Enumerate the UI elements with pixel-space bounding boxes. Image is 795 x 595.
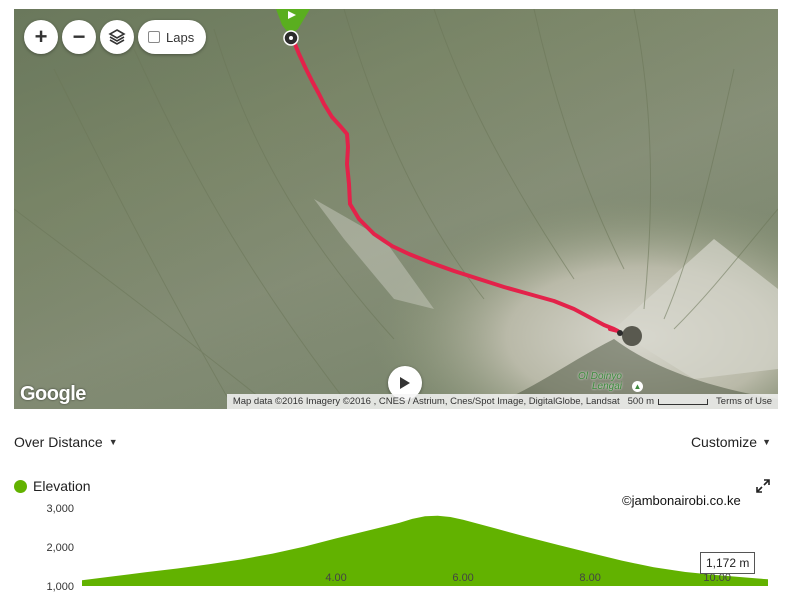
google-logo: Google: [20, 383, 86, 405]
terrain-imagery: [14, 9, 778, 409]
map-attribution-bar: Map data ©2016 Imagery ©2016 , CNES / As…: [226, 394, 778, 409]
scale-label: 500 m: [627, 396, 655, 407]
scale-bar: [658, 398, 709, 405]
caret-down-icon: ▼: [762, 437, 771, 447]
x-tick-label: 8.00: [579, 572, 600, 584]
elevation-tooltip: 1,172 m: [700, 552, 756, 574]
chart-legend[interactable]: Elevation: [14, 478, 91, 494]
laps-toggle[interactable]: Laps: [138, 20, 207, 54]
legend-label: Elevation: [33, 478, 91, 494]
legend-dot: [14, 479, 27, 493]
x-tick-label: 6.00: [452, 572, 473, 584]
customize-dropdown[interactable]: Customize ▼: [691, 434, 771, 450]
place-label: Ol Doinyo Lengai: [578, 372, 622, 392]
x-tick-label: 4.00: [325, 572, 346, 584]
play-icon: [400, 377, 410, 389]
map-attribution: Map data ©2016 Imagery ©2016 , CNES / As…: [232, 396, 620, 407]
end-marker: [617, 330, 623, 336]
y-tick-label: 1,000: [46, 581, 74, 593]
zoom-in-button[interactable]: +: [24, 20, 58, 54]
mountain-icon: ▲: [632, 381, 643, 392]
elevation-area: [82, 515, 768, 586]
activity-view: + − Laps Ol Doinyo Lengai ▲ Google Map d…: [0, 0, 795, 595]
y-tick-label: 2,000: [46, 542, 74, 554]
map-controls: + − Laps: [24, 20, 207, 54]
map-scale[interactable]: 500 m: [627, 396, 709, 407]
satellite-map[interactable]: + − Laps Ol Doinyo Lengai ▲ Google Map d…: [14, 9, 778, 409]
laps-checkbox[interactable]: [148, 31, 160, 43]
layers-button[interactable]: [100, 20, 134, 54]
zoom-out-button[interactable]: −: [62, 20, 96, 54]
elevation-chart[interactable]: 3,0002,0001,0004.00 6.00 8.00 10.00: [0, 500, 795, 595]
expand-chart-button[interactable]: [756, 479, 770, 496]
terms-link[interactable]: Terms of Use: [716, 396, 772, 407]
customize-label: Customize: [690, 434, 758, 450]
expand-icon: [756, 479, 770, 493]
x-axis-mode-label: Over Distance: [14, 434, 103, 450]
x-axis-mode-dropdown[interactable]: Over Distance ▼: [14, 434, 118, 450]
caret-down-icon: ▼: [108, 437, 118, 447]
laps-label: Laps: [166, 29, 195, 45]
y-tick-label: 3,000: [46, 503, 74, 515]
layers-icon: [108, 29, 126, 45]
place-label-line2: Lengai: [592, 381, 623, 392]
